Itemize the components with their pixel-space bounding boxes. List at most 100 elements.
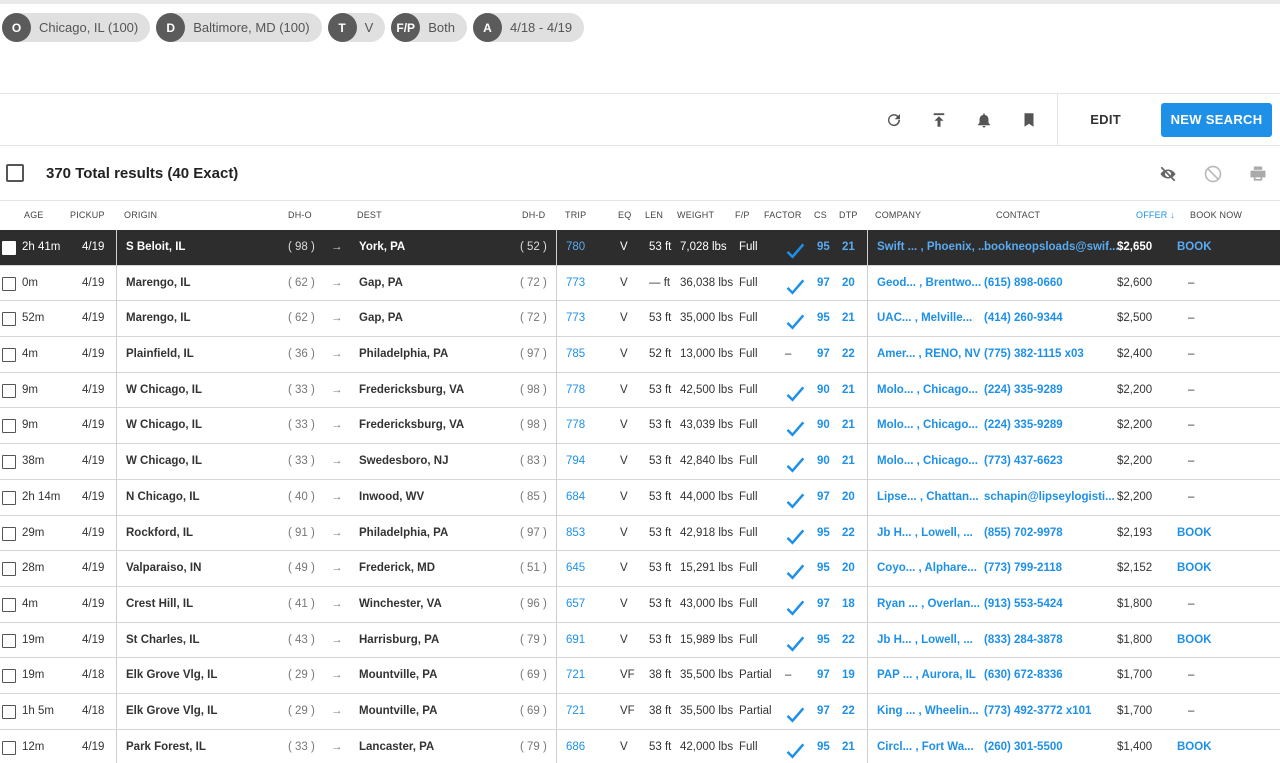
filter-chip[interactable]: A 4/18 - 4/19 xyxy=(472,13,585,42)
row-checkbox[interactable] xyxy=(2,383,16,398)
table-row[interactable]: 4m 4/19 Plainfield, IL ( 36 ) → Philadel… xyxy=(0,337,1280,373)
cell-contact[interactable]: (414) 260-9344 xyxy=(984,312,1063,324)
cell-dtp[interactable]: 21 xyxy=(842,419,855,431)
col-book[interactable]: BOOK NOW xyxy=(1190,210,1242,220)
cell-cs[interactable]: 97 xyxy=(817,348,830,360)
cell-trip[interactable]: 721 xyxy=(566,705,585,717)
col-dhd[interactable]: DH-D xyxy=(522,210,545,220)
cell-company[interactable]: Geod... , Brentwo... xyxy=(877,277,981,289)
filter-chip[interactable]: F/P Both xyxy=(391,13,467,42)
cell-contact[interactable]: (913) 553-5424 xyxy=(984,598,1063,610)
cell-trip[interactable]: 686 xyxy=(566,741,585,753)
select-all-checkbox[interactable] xyxy=(6,164,24,182)
cell-contact[interactable]: (773) 492-3772 x101 xyxy=(984,705,1091,717)
hide-icon[interactable] xyxy=(1145,165,1190,183)
col-len[interactable]: LEN xyxy=(645,210,663,220)
cell-contact[interactable]: (775) 382-1115 x03 xyxy=(984,348,1084,360)
cell-cs[interactable]: 90 xyxy=(817,384,830,396)
book-button[interactable]: BOOK xyxy=(1177,527,1212,539)
cell-dtp[interactable]: 21 xyxy=(842,312,855,324)
cell-cs[interactable]: 97 xyxy=(817,277,830,289)
cell-cs[interactable]: 95 xyxy=(817,562,830,574)
cell-dtp[interactable]: 20 xyxy=(842,491,855,503)
col-eq[interactable]: EQ xyxy=(618,210,631,220)
row-checkbox[interactable] xyxy=(2,455,16,470)
cell-company[interactable]: Swift ... , Phoenix, ... xyxy=(877,241,988,253)
edit-button[interactable]: EDIT xyxy=(1090,112,1121,127)
cell-dtp[interactable]: 22 xyxy=(842,705,855,717)
row-checkbox[interactable] xyxy=(2,312,16,327)
cell-company[interactable]: Amer... , RENO, NV xyxy=(877,348,981,360)
cell-contact[interactable]: bookneopsloads@swif... xyxy=(984,241,1119,253)
table-row[interactable]: 0m 4/19 Marengo, IL ( 62 ) → Gap, PA ( 7… xyxy=(0,265,1280,302)
filter-chip[interactable]: O Chicago, IL (100) xyxy=(2,13,151,42)
col-age[interactable]: AGE xyxy=(24,210,44,220)
col-offer[interactable]: OFFER ↓ xyxy=(1136,210,1175,220)
cell-company[interactable]: Circl... , Fort Wa... xyxy=(877,741,974,753)
cell-trip[interactable]: 645 xyxy=(566,562,585,574)
cell-cs[interactable]: 95 xyxy=(817,741,830,753)
row-checkbox[interactable] xyxy=(2,490,16,505)
table-row[interactable]: 19m 4/19 St Charles, IL ( 43 ) → Harrisb… xyxy=(0,622,1280,659)
filter-chip[interactable]: D Baltimore, MD (100) xyxy=(156,13,322,42)
cell-dtp[interactable]: 22 xyxy=(842,348,855,360)
col-company[interactable]: COMPANY xyxy=(875,210,921,220)
cell-trip[interactable]: 785 xyxy=(566,348,585,360)
cell-company[interactable]: Lipse... , Chattan... xyxy=(877,491,979,503)
col-weight[interactable]: WEIGHT xyxy=(677,210,714,220)
col-dest[interactable]: DEST xyxy=(357,210,382,220)
cell-trip[interactable]: 721 xyxy=(566,669,585,681)
cell-contact[interactable]: (773) 437-6623 xyxy=(984,455,1063,467)
col-trip[interactable]: TRIP xyxy=(565,210,586,220)
cell-cs[interactable]: 97 xyxy=(817,491,830,503)
table-row[interactable]: 4m 4/19 Crest Hill, IL ( 41 ) → Winchest… xyxy=(0,586,1280,623)
cell-dtp[interactable]: 18 xyxy=(842,598,855,610)
cell-trip[interactable]: 780 xyxy=(566,241,585,253)
cell-trip[interactable]: 773 xyxy=(566,277,585,289)
book-button[interactable]: BOOK xyxy=(1177,634,1212,646)
row-checkbox[interactable] xyxy=(2,348,16,363)
table-row[interactable]: 52m 4/19 Marengo, IL ( 62 ) → Gap, PA ( … xyxy=(0,301,1280,338)
row-checkbox[interactable] xyxy=(2,241,16,255)
col-dho[interactable]: DH-O xyxy=(288,210,312,220)
row-checkbox[interactable] xyxy=(2,562,16,577)
row-checkbox[interactable] xyxy=(2,740,16,755)
table-row[interactable]: 29m 4/19 Rockford, IL ( 91 ) → Philadelp… xyxy=(0,515,1280,552)
cell-cs[interactable]: 97 xyxy=(817,705,830,717)
cell-cs[interactable]: 95 xyxy=(817,241,830,253)
cell-cs[interactable]: 97 xyxy=(817,598,830,610)
col-origin[interactable]: ORIGIN xyxy=(124,210,157,220)
cell-dtp[interactable]: 20 xyxy=(842,562,855,574)
row-checkbox[interactable] xyxy=(2,419,16,434)
table-row[interactable]: 28m 4/19 Valparaiso, IN ( 49 ) → Frederi… xyxy=(0,551,1280,587)
book-button[interactable]: BOOK xyxy=(1177,741,1212,753)
row-checkbox[interactable] xyxy=(2,669,16,684)
new-search-button[interactable]: NEW SEARCH xyxy=(1161,102,1272,137)
cell-trip[interactable]: 684 xyxy=(566,491,585,503)
cell-dtp[interactable]: 21 xyxy=(842,384,855,396)
table-row[interactable]: 2h 41m 4/19 S Beloit, IL ( 98 ) → York, … xyxy=(0,230,1280,266)
cell-trip[interactable]: 773 xyxy=(566,312,585,324)
col-contact[interactable]: CONTACT xyxy=(996,210,1040,220)
cell-cs[interactable]: 95 xyxy=(817,527,830,539)
table-row[interactable]: 9m 4/19 W Chicago, IL ( 33 ) → Frederick… xyxy=(0,372,1280,409)
cell-contact[interactable]: (833) 284-3878 xyxy=(984,634,1063,646)
cell-cs[interactable]: 90 xyxy=(817,455,830,467)
table-row[interactable]: 9m 4/19 W Chicago, IL ( 33 ) → Frederick… xyxy=(0,408,1280,445)
cell-dtp[interactable]: 21 xyxy=(842,741,855,753)
cell-dtp[interactable]: 22 xyxy=(842,634,855,646)
bookmark-icon[interactable] xyxy=(1006,94,1051,146)
print-icon[interactable] xyxy=(1235,164,1280,184)
cell-company[interactable]: Molo... , Chicago... xyxy=(877,419,978,431)
table-row[interactable]: 1h 5m 4/18 Elk Grove Vlg, IL ( 29 ) → Mo… xyxy=(0,693,1280,730)
cell-company[interactable]: Jb H... , Lowell, ... xyxy=(877,634,973,646)
cell-cs[interactable]: 95 xyxy=(817,634,830,646)
cell-dtp[interactable]: 21 xyxy=(842,241,855,253)
cell-contact[interactable]: (615) 898-0660 xyxy=(984,277,1063,289)
col-fp[interactable]: F/P xyxy=(735,210,750,220)
book-button[interactable]: BOOK xyxy=(1177,241,1212,253)
cell-contact[interactable]: (224) 335-9289 xyxy=(984,384,1063,396)
cell-company[interactable]: Jb H... , Lowell, ... xyxy=(877,527,973,539)
cell-contact[interactable]: (630) 672-8336 xyxy=(984,669,1063,681)
row-checkbox[interactable] xyxy=(2,704,16,719)
